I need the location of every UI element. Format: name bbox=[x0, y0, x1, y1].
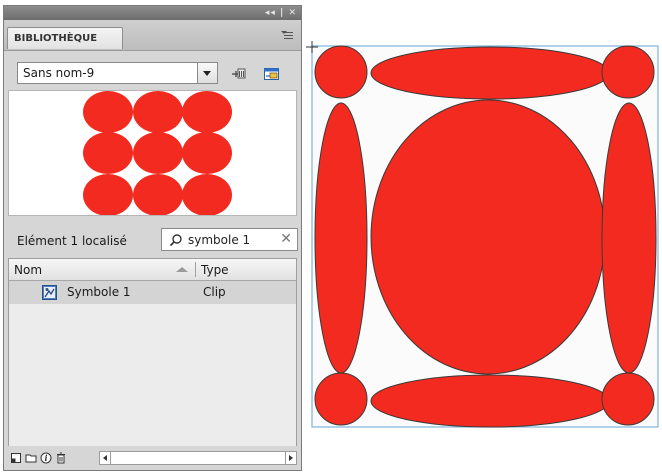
horizontal-scrollbar[interactable] bbox=[99, 451, 297, 465]
new-symbol-icon[interactable] bbox=[10, 452, 22, 464]
panel-footer: i bbox=[4, 446, 301, 470]
list-item[interactable]: Symbole 1 Clip bbox=[9, 281, 296, 304]
new-folder-icon[interactable] bbox=[25, 452, 37, 464]
search-icon bbox=[169, 234, 182, 247]
sort-ascending-icon[interactable] bbox=[176, 267, 188, 272]
item-type: Clip bbox=[203, 285, 226, 299]
scroll-right-icon[interactable] bbox=[289, 455, 293, 461]
pin-library-icon[interactable] bbox=[231, 67, 249, 81]
search-row: Elément 1 localisé ✕ bbox=[4, 226, 301, 256]
symbol-preview bbox=[8, 90, 297, 216]
panel-window-controls[interactable]: ◂◂ | ✕ bbox=[265, 6, 297, 20]
clear-search-icon[interactable]: ✕ bbox=[280, 231, 292, 248]
symbol-artwork[interactable] bbox=[306, 38, 662, 430]
status-text: Elément 1 localisé bbox=[17, 234, 127, 248]
movieclip-icon bbox=[42, 285, 57, 300]
search-input[interactable] bbox=[188, 231, 276, 248]
svg-text:i: i bbox=[44, 453, 47, 463]
scroll-left-divider bbox=[110, 452, 111, 464]
column-header-type[interactable]: Type bbox=[201, 263, 229, 277]
search-field[interactable]: ✕ bbox=[161, 228, 298, 251]
scroll-left-icon[interactable] bbox=[103, 455, 107, 461]
stage-canvas[interactable] bbox=[306, 38, 662, 430]
document-row: Sans nom-9 bbox=[4, 51, 301, 89]
tab-library[interactable]: BIBLIOTHÈQUE bbox=[7, 27, 123, 49]
column-divider[interactable] bbox=[195, 262, 196, 277]
document-select[interactable]: Sans nom-9 bbox=[17, 62, 218, 84]
library-panel: ◂◂ | ✕ BIBLIOTHÈQUE Sans nom-9 Elément 1… bbox=[3, 5, 302, 471]
preview-thumbnail bbox=[83, 91, 232, 216]
panel-menu-icon[interactable] bbox=[281, 30, 295, 42]
scroll-right-divider bbox=[285, 452, 286, 464]
list-header: Nom Type bbox=[9, 259, 296, 281]
trash-icon[interactable] bbox=[55, 452, 67, 464]
chevron-down-icon[interactable] bbox=[197, 63, 217, 83]
column-header-name[interactable]: Nom bbox=[14, 263, 42, 277]
library-list: Nom Type Symbole 1 Clip bbox=[8, 258, 297, 448]
document-select-value: Sans nom-9 bbox=[23, 66, 95, 80]
panel-titlebar[interactable]: ◂◂ | ✕ bbox=[4, 6, 301, 20]
item-name: Symbole 1 bbox=[67, 285, 131, 299]
panel-tabstrip: BIBLIOTHÈQUE bbox=[4, 20, 301, 51]
new-library-panel-icon[interactable] bbox=[263, 67, 281, 81]
properties-icon[interactable]: i bbox=[40, 452, 52, 464]
